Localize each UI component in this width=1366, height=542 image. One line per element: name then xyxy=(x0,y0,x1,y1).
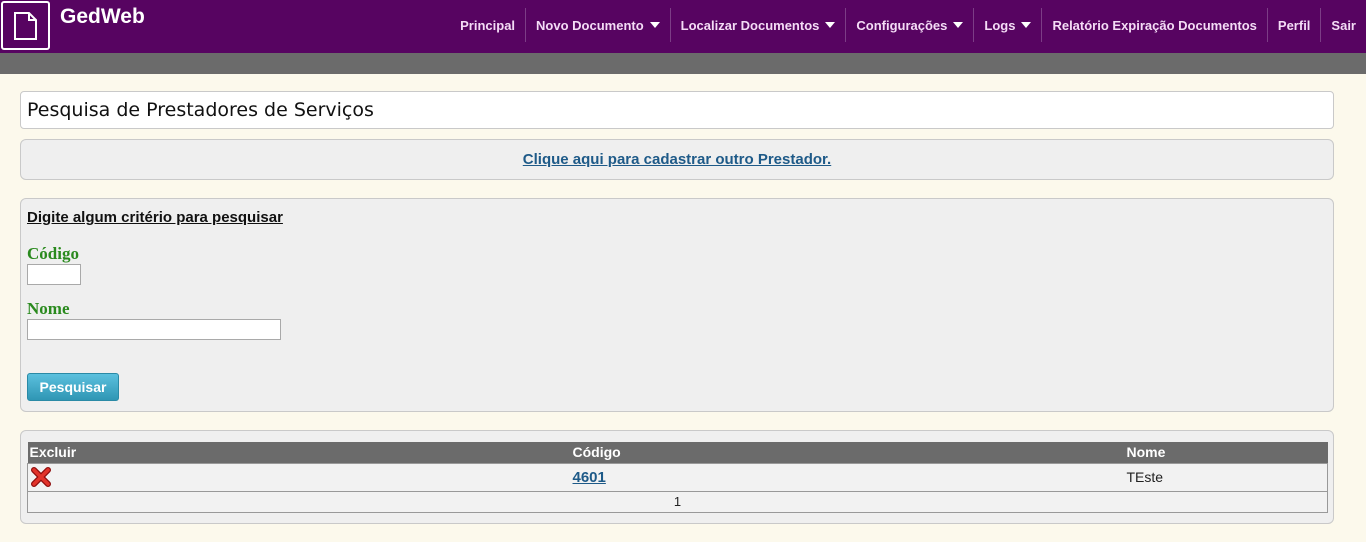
logo[interactable] xyxy=(1,1,50,50)
brand-name[interactable]: GedWeb xyxy=(60,5,145,29)
results-table: Excluir Código Nome 4601 TEste 1 xyxy=(27,442,1328,513)
nav-item-novo-documento[interactable]: Novo Documento xyxy=(525,8,670,42)
chevron-down-icon xyxy=(825,22,836,28)
codigo-cell: 4601 xyxy=(570,462,1125,492)
nav-label: Relatório Expiração Documentos xyxy=(1052,17,1257,33)
codigo-input[interactable] xyxy=(27,264,81,285)
column-header-excluir: Excluir xyxy=(27,442,571,463)
results-panel: Excluir Código Nome 4601 TEste 1 xyxy=(20,430,1334,524)
nav-item-localizar-documentos[interactable]: Localizar Documentos xyxy=(669,8,846,42)
codigo-link[interactable]: 4601 xyxy=(573,469,606,486)
page-title: Pesquisa de Prestadores de Serviços xyxy=(27,99,374,121)
search-button[interactable]: Pesquisar xyxy=(27,373,119,401)
pager-page-1[interactable]: 1 xyxy=(27,490,1328,513)
chevron-down-icon xyxy=(649,22,660,28)
nav-item-sair[interactable]: Sair xyxy=(1320,8,1366,42)
nome-input[interactable] xyxy=(27,319,281,340)
document-icon xyxy=(14,12,37,40)
delete-cell xyxy=(27,462,571,492)
search-heading: Digite algum critério para pesquisar xyxy=(27,209,283,226)
nav-label: Configurações xyxy=(856,17,948,33)
top-navbar: GedWeb Principal Novo Documento Localiza… xyxy=(0,0,1366,53)
nav-label: Perfil xyxy=(1277,17,1311,33)
chevron-down-icon xyxy=(1021,22,1032,28)
register-link-box: Clique aqui para cadastrar outro Prestad… xyxy=(20,139,1334,180)
nav-label: Principal xyxy=(460,17,516,33)
column-header-codigo: Código xyxy=(570,442,1125,463)
nav-item-perfil[interactable]: Perfil xyxy=(1266,8,1321,42)
register-provider-link[interactable]: Clique aqui para cadastrar outro Prestad… xyxy=(523,151,831,168)
nav-item-principal[interactable]: Principal xyxy=(450,8,525,42)
nome-cell: TEste xyxy=(1124,462,1328,492)
nome-label: Nome xyxy=(27,299,70,318)
table-header-row: Excluir Código Nome xyxy=(27,442,1328,463)
nav-label: Sair xyxy=(1331,17,1356,33)
nav-item-logs[interactable]: Logs xyxy=(973,8,1041,42)
delete-x-icon[interactable] xyxy=(30,466,52,488)
nav-item-relatorio-expiracao[interactable]: Relatório Expiração Documentos xyxy=(1041,8,1266,42)
page-title-box: Pesquisa de Prestadores de Serviços xyxy=(20,91,1334,129)
column-header-nome: Nome xyxy=(1124,442,1328,463)
codigo-label: Código xyxy=(27,244,79,263)
nav-label: Localizar Documentos xyxy=(680,17,820,33)
nav-item-configuracoes[interactable]: Configurações xyxy=(845,8,973,42)
nav-label: Novo Documento xyxy=(536,17,644,33)
pager-row: 1 xyxy=(27,490,1328,513)
search-form: Digite algum critério para pesquisar Cód… xyxy=(20,198,1334,412)
chevron-down-icon xyxy=(953,22,964,28)
table-row: 4601 TEste xyxy=(27,462,1328,492)
nav-label: Logs xyxy=(984,17,1016,33)
main-nav: Principal Novo Documento Localizar Docum… xyxy=(450,8,1366,42)
sub-navbar xyxy=(0,53,1366,74)
